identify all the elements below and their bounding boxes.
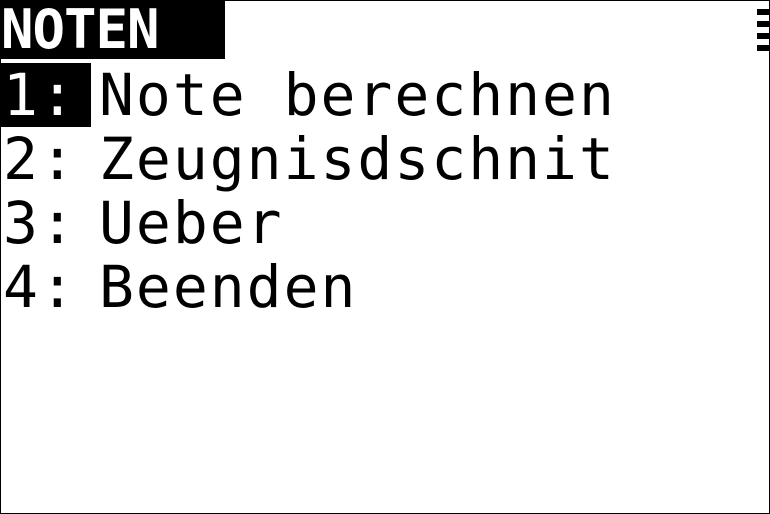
menu-item-label: Ueber — [99, 189, 284, 257]
menu-item-number: 1: — [1, 63, 91, 127]
menu-item-number: 4: — [3, 253, 77, 321]
calculator-screen: NOTEN 1: Note berechnen 2: Zeugnisdschni… — [0, 0, 770, 514]
menu-list: 1: Note berechnen 2: Zeugnisdschnit 3: U… — [1, 63, 769, 319]
menu-item-label: Note berechnen — [99, 61, 616, 129]
menu-item-number: 2: — [3, 125, 77, 193]
menu-item-ueber[interactable]: 3: Ueber — [1, 191, 769, 255]
menu-item-label: Zeugnisdschnit — [99, 125, 616, 193]
menu-item-number: 3: — [3, 189, 77, 257]
more-items-indicator-icon — [757, 9, 769, 53]
menu-item-note-berechnen[interactable]: 1: Note berechnen — [1, 63, 769, 127]
menu-item-label: Beenden — [99, 253, 358, 321]
menu-title: NOTEN — [1, 1, 225, 59]
menu-item-beenden[interactable]: 4: Beenden — [1, 255, 769, 319]
title-bar: NOTEN — [1, 1, 769, 59]
menu-item-zeugnisdschnit[interactable]: 2: Zeugnisdschnit — [1, 127, 769, 191]
